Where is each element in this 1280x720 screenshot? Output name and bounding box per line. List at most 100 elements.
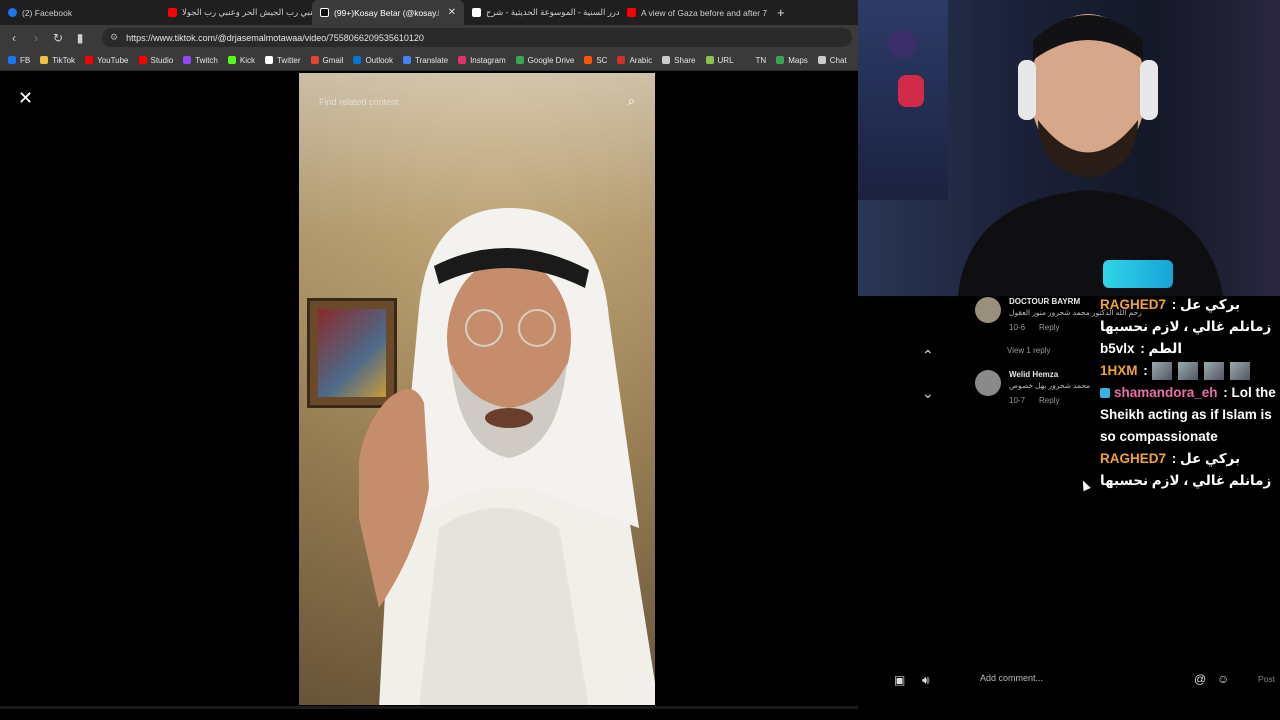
url-field[interactable]: ⚙ https://www.tiktok.com/@drjasemalmotaw… [102,28,852,47]
bookmark-google-drive[interactable]: Google Drive [515,56,574,65]
volume-icon[interactable]: 🔊︎ [922,673,930,688]
comment-text: محمد شحرور بهل خصوص [1009,381,1091,390]
tab-title: عنبي رب الجيش الحر وعنبي رب الجولا... [182,7,312,17]
bookmark-label: Maps [788,55,808,65]
site-info-icon[interactable]: ⚙ [110,32,118,43]
tab-title: (99+)Kosay Betar (@kosay.betar) [334,7,439,18]
previous-video-icon[interactable]: ⌃ [922,347,934,364]
new-tab-button[interactable]: + [769,5,793,20]
page-icon [472,8,481,17]
bookmark-tn[interactable]: TN [743,55,767,65]
bookmark-twitter[interactable]: Twitter [264,56,301,65]
bookmark-label: Instagram [470,55,506,65]
tab-title: A view of Gaza before and after 7 Oct [641,7,769,18]
tiktok-page: ✕ Find related content ⌕ [0,71,858,720]
bookmark-label: Kick [239,55,255,65]
bookmarks-bar: FB TikTok YouTube Studio Twitch Kick Twitter Gm… [0,50,858,71]
bookmark-icon [705,56,714,64]
bookmark-studio[interactable]: Studio [138,56,173,65]
emote-icon [1203,362,1224,381]
bookmark-icon [617,56,626,64]
reply-button[interactable]: Reply [1039,396,1059,405]
bookmark-instagram[interactable]: Instagram [458,56,506,65]
youtube-icon [627,8,636,17]
bookmark-icon [227,56,236,64]
bookmark-icon [403,56,412,64]
bookmark-kick[interactable]: Kick [227,55,255,65]
tab-facebook[interactable]: (2) Facebook [0,0,160,25]
bookmark-chat[interactable]: Chat [817,55,847,65]
bookmark-icon [584,56,593,64]
bookmark-translate[interactable]: Translate [403,56,448,65]
bookmark-label: TikTok [52,55,76,65]
tab-youtube-2[interactable]: A view of Gaza before and after 7 Oct [619,0,769,25]
bookmark-label: YouTube [97,55,129,65]
url-text: https://www.tiktok.com/@drjasemalmotawaa… [126,32,424,43]
chat-username: RAGHED7 [1100,297,1167,312]
video-player[interactable]: Find related content ⌕ [299,73,655,705]
bookmark-label: Gmail [322,55,344,65]
mention-icon[interactable]: @ [1194,672,1206,686]
tab-dorar[interactable]: الدرر السنية - الموسوعة الحديثية - شرح [464,0,619,25]
video-progress-bar[interactable] [0,706,858,709]
next-video-icon[interactable]: ⌄ [922,385,934,402]
bookmark-label: Translate [415,55,449,65]
bookmark-url[interactable]: URL [705,56,734,65]
back-icon[interactable]: ‹ [8,31,20,45]
add-comment-input[interactable]: Add comment... [980,673,1043,683]
bookmark-arabic[interactable]: Arabic [617,56,652,65]
browser-tab-bar: (2) Facebook عنبي رب الجيش الحر وعنبي رب… [0,0,858,25]
bookmark-icon [8,56,16,64]
bookmark-icon [183,56,192,64]
cube-badge-icon [1100,388,1110,399]
bookmark-sc[interactable]: SC [584,56,607,65]
close-video-icon[interactable]: ✕ [18,89,33,107]
tab-youtube-1[interactable]: عنبي رب الجيش الحر وعنبي رب الجولا... [160,0,312,25]
reply-button[interactable]: Reply [1039,323,1059,332]
bookmark-youtube[interactable]: YouTube [85,55,129,65]
avatar[interactable] [975,370,1001,396]
search-icon[interactable]: ⌕ [628,93,635,109]
view-replies-button[interactable]: View 1 reply [1007,346,1050,355]
bookmark-icon [138,56,147,64]
bookmark-icon[interactable]: ▮ [74,31,86,45]
bookmark-fb[interactable]: FB [8,56,30,65]
video-person [359,208,655,705]
chat-message: 1HXM : [1100,360,1280,382]
bookmark-icon [776,56,785,64]
chat-message: shamandora_eh : Lol the Sheikh acting as… [1100,385,1276,444]
captions-icon[interactable]: ▣ [894,673,905,687]
comment-composer: ▣ 🔊︎ Add comment... @ ☺ Post [858,665,1280,695]
bookmark-outlook[interactable]: Outlook [353,56,393,65]
reload-icon[interactable]: ↻ [52,31,64,45]
avatar[interactable] [975,297,1001,323]
tab-tiktok[interactable]: (99+)Kosay Betar (@kosay.betar) ✕ [312,0,464,25]
stream-chat: RAGHED7 : بركي عل زمانلم غالي ، لازم نحس… [1100,294,1280,492]
bookmark-label: SC [596,55,608,65]
tab-title: (2) Facebook [22,7,73,18]
emoji-icon[interactable]: ☺ [1217,672,1229,686]
bookmark-share[interactable]: Share [662,56,696,65]
mouse-cursor [1079,478,1091,492]
bookmark-maps[interactable]: Maps [776,56,808,65]
chat-message: RAGHED7 : بركي عل زمانلم غالي ، لازم نحس… [1100,297,1272,334]
bookmark-twitch[interactable]: Twitch [183,56,218,65]
emote-icon [1229,362,1250,381]
bookmark-icon [662,56,671,64]
bookmark-label: FB [20,55,31,65]
bookmark-gmail[interactable]: Gmail [310,55,344,65]
close-tab-icon[interactable]: ✕ [448,7,456,18]
forward-icon[interactable]: › [30,31,42,45]
tab-title: الدرر السنية - الموسوعة الحديثية - شرح [486,7,619,17]
bookmark-label: Chat [829,55,847,65]
comment-author[interactable]: Welid Hemza [1009,370,1090,379]
bookmark-label: Arabic [629,55,653,65]
post-button[interactable]: Post [1258,674,1275,684]
emote-icon [1177,362,1198,381]
chat-username: 1HXM [1100,363,1138,378]
chat-username: b5vlx [1100,341,1135,356]
bookmark-tiktok[interactable]: TikTok [40,56,75,65]
bookmark-label: TN [755,55,767,65]
bookmark-label: Outlook [365,55,394,65]
video-search-input[interactable]: Find related content [319,97,399,107]
